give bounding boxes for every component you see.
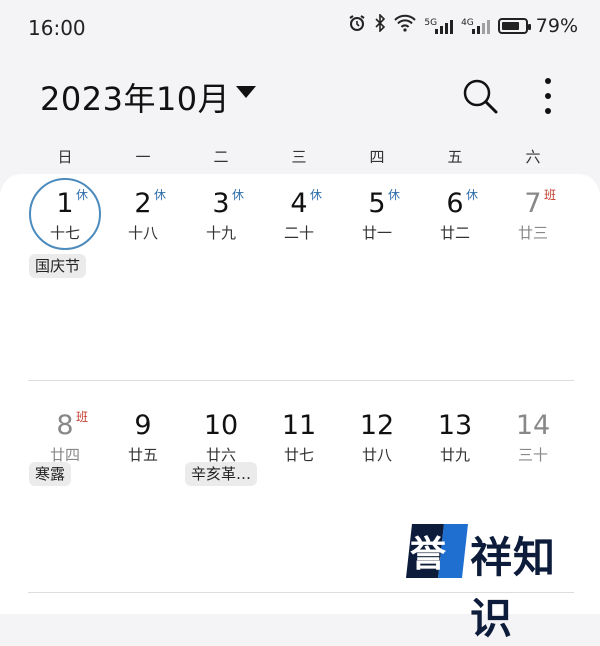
weekday-label: 三 <box>291 148 307 166</box>
day-number: 13 <box>437 410 473 441</box>
signal-4g-icon: 4G <box>461 18 490 34</box>
alarm-icon <box>348 14 366 37</box>
watermark-badge-icon: 誉 <box>406 524 468 578</box>
lunar-date: 三十 <box>517 446 548 464</box>
day-cell[interactable]: 8 班廿四 <box>26 406 104 466</box>
day-cell[interactable]: 3 休十九 <box>182 184 260 244</box>
holiday-rest-badge: 休 <box>388 188 401 202</box>
holiday-rest-badge: 休 <box>310 188 323 202</box>
chevron-down-icon[interactable] <box>236 86 256 98</box>
day-cell[interactable]: 7 班廿三 <box>494 184 572 244</box>
weekday-label: 二 <box>213 148 229 166</box>
week-divider <box>28 380 574 381</box>
today-indicator <box>29 178 101 250</box>
signal-5g-icon: 5G <box>424 17 454 34</box>
lunar-date: 廿二 <box>439 224 470 242</box>
status-icons: 5G 4G 79% <box>348 13 578 37</box>
day-cell[interactable]: 12 廿八 <box>338 406 416 466</box>
weekday-label: 日 <box>57 148 73 166</box>
day-cell[interactable]: 6 休廿二 <box>416 184 494 244</box>
lunar-date: 廿三 <box>517 224 548 242</box>
status-time: 16:00 <box>28 16 86 40</box>
lunar-date: 十八 <box>127 224 158 242</box>
holiday-rest-badge: 休 <box>154 188 167 202</box>
day-number: 4 <box>290 188 308 219</box>
bluetooth-icon <box>374 13 386 37</box>
lunar-date: 廿一 <box>361 224 392 242</box>
holiday-rest-badge: 休 <box>466 188 479 202</box>
lunar-date: 廿七 <box>283 446 314 464</box>
search-icon[interactable] <box>460 76 500 116</box>
lunar-date: 廿八 <box>361 446 392 464</box>
day-cell[interactable]: 9 廿五 <box>104 406 182 466</box>
day-cell[interactable]: 4 休二十 <box>260 184 338 244</box>
weekday-label: 四 <box>369 148 385 166</box>
day-number: 14 <box>515 410 551 441</box>
weekday-label: 六 <box>525 148 541 166</box>
lunar-date: 十九 <box>205 224 236 242</box>
lunar-date: 二十 <box>283 224 314 242</box>
month-title[interactable]: 2023年10月 <box>40 74 230 120</box>
day-cell[interactable]: 5 休廿一 <box>338 184 416 244</box>
lunar-date: 廿五 <box>127 446 158 464</box>
calendar-header: 2023年10月 <box>0 60 600 130</box>
weekday-label: 五 <box>447 148 463 166</box>
event-chip[interactable]: 寒露 <box>29 462 72 486</box>
watermark-logo-text: 誉 <box>410 534 447 575</box>
day-number: 9 <box>134 410 152 441</box>
day-number: 6 <box>446 188 464 219</box>
watermark-logo: 誉 祥知识 <box>404 522 584 643</box>
lunar-date: 廿九 <box>439 446 470 464</box>
network-5g-label: 5G <box>424 17 438 28</box>
day-number: 12 <box>359 410 395 441</box>
weekday-header: 日一二三四五六 <box>0 146 600 170</box>
day-cell[interactable]: 2 休十八 <box>104 184 182 244</box>
day-cell[interactable]: 11 廿七 <box>260 406 338 466</box>
workday-badge: 班 <box>544 188 557 202</box>
day-number: 7 <box>524 188 542 219</box>
day-cell[interactable]: 10 廿六 <box>182 406 260 466</box>
workday-badge: 班 <box>76 410 89 424</box>
holiday-rest-badge: 休 <box>232 188 245 202</box>
battery-percent: 79% <box>535 14 578 37</box>
weekday-label: 一 <box>135 148 151 166</box>
day-number: 10 <box>203 410 239 441</box>
day-number: 5 <box>368 188 386 219</box>
day-number: 8 <box>56 410 74 441</box>
watermark-text: 祥知识 <box>470 533 557 643</box>
more-options-icon[interactable] <box>538 74 558 118</box>
event-chip[interactable]: 国庆节 <box>29 254 87 278</box>
day-cell[interactable]: 13 廿九 <box>416 406 494 466</box>
day-number: 11 <box>281 410 317 441</box>
status-bar: 16:00 5G 4G 79% <box>0 0 600 56</box>
network-4g-label: 4G <box>461 17 474 28</box>
day-number: 2 <box>134 188 152 219</box>
wifi-icon <box>394 14 417 37</box>
day-cell[interactable]: 14 三十 <box>494 406 572 466</box>
battery-icon <box>497 17 531 34</box>
day-number: 3 <box>212 188 230 219</box>
event-chip[interactable]: 辛亥革… <box>185 462 258 486</box>
